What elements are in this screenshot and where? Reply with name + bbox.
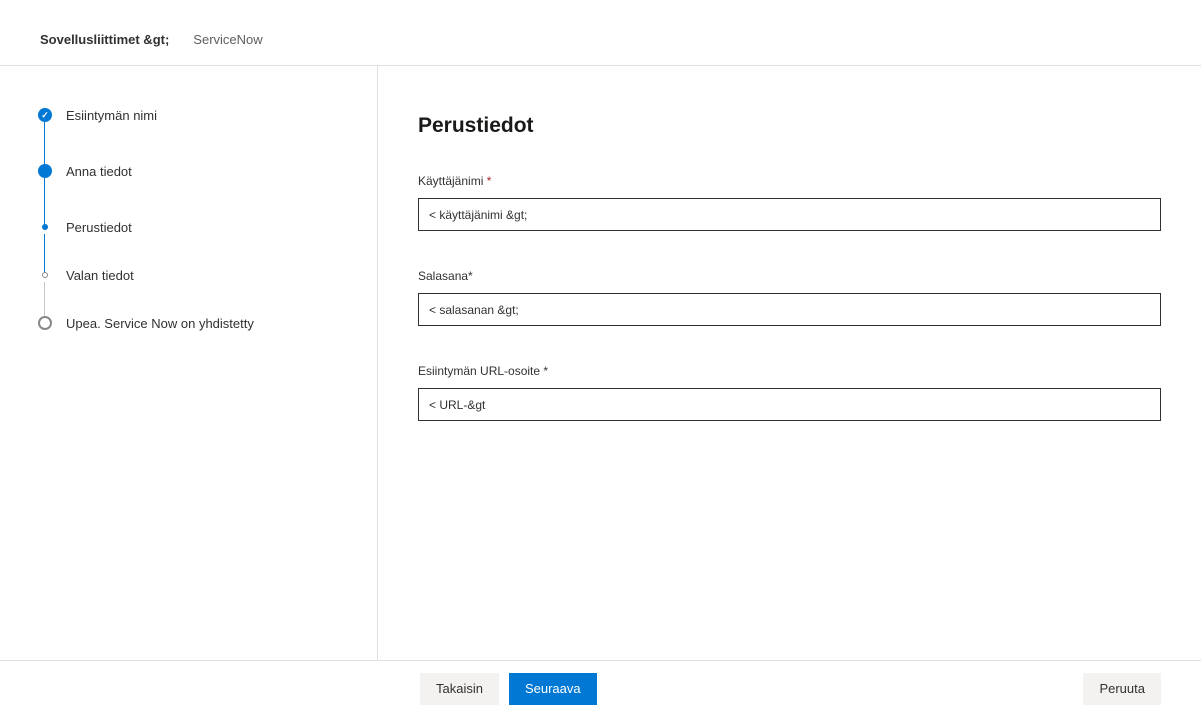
label-text: Käyttäjänimi — [418, 174, 483, 188]
step-label: Anna tiedot — [66, 164, 132, 179]
wizard-footer: Takaisin Seuraava Peruuta — [0, 660, 1201, 716]
dot-icon — [38, 164, 52, 178]
step-label: Esiintymän nimi — [66, 108, 157, 123]
field-instance-url: Esiintymän URL-osoite * — [418, 364, 1161, 421]
step-basic-info[interactable]: Perustiedot — [38, 220, 377, 268]
content-wrapper: Esiintymän nimi Anna tiedot Perustiedot … — [0, 66, 1201, 660]
cancel-button[interactable]: Peruuta — [1083, 673, 1161, 705]
field-password: Salasana* — [418, 269, 1161, 326]
wizard-steps-sidebar: Esiintymän nimi Anna tiedot Perustiedot … — [0, 66, 378, 660]
breadcrumb: Sovellusliittimet &gt; ServiceNow — [0, 0, 1201, 66]
small-dot-icon — [42, 224, 48, 230]
step-label: Valan tiedot — [66, 268, 134, 283]
instance-url-label: Esiintymän URL-osoite * — [418, 364, 1161, 378]
username-label: Käyttäjänimi * — [418, 174, 1161, 188]
breadcrumb-current: ServiceNow — [193, 32, 262, 47]
back-button[interactable]: Takaisin — [420, 673, 499, 705]
password-label: Salasana* — [418, 269, 1161, 283]
breadcrumb-root[interactable]: Sovellusliittimet &gt; — [40, 32, 169, 47]
main-content: Perustiedot Käyttäjänimi * Salasana* Esi… — [378, 66, 1201, 660]
check-icon — [38, 108, 52, 122]
small-dot-icon — [42, 272, 48, 278]
field-username: Käyttäjänimi * — [418, 174, 1161, 231]
step-label: Perustiedot — [66, 220, 132, 235]
step-label: Upea. Service Now on yhdistetty — [66, 316, 254, 331]
username-input[interactable] — [418, 198, 1161, 231]
step-enter-details[interactable]: Anna tiedot — [38, 164, 377, 220]
step-instance-name[interactable]: Esiintymän nimi — [38, 108, 377, 164]
step-connected[interactable]: Upea. Service Now on yhdistetty — [38, 316, 377, 331]
footer-left-buttons: Takaisin Seuraava — [420, 673, 597, 705]
next-button[interactable]: Seuraava — [509, 673, 597, 705]
password-input[interactable] — [418, 293, 1161, 326]
instance-url-input[interactable] — [418, 388, 1161, 421]
page-title: Perustiedot — [418, 114, 1161, 138]
step-token-info[interactable]: Valan tiedot — [38, 268, 377, 316]
required-indicator: * — [487, 174, 492, 188]
step-list: Esiintymän nimi Anna tiedot Perustiedot … — [38, 108, 377, 331]
footer-right-buttons: Peruuta — [1083, 673, 1161, 705]
circle-icon — [38, 316, 52, 330]
